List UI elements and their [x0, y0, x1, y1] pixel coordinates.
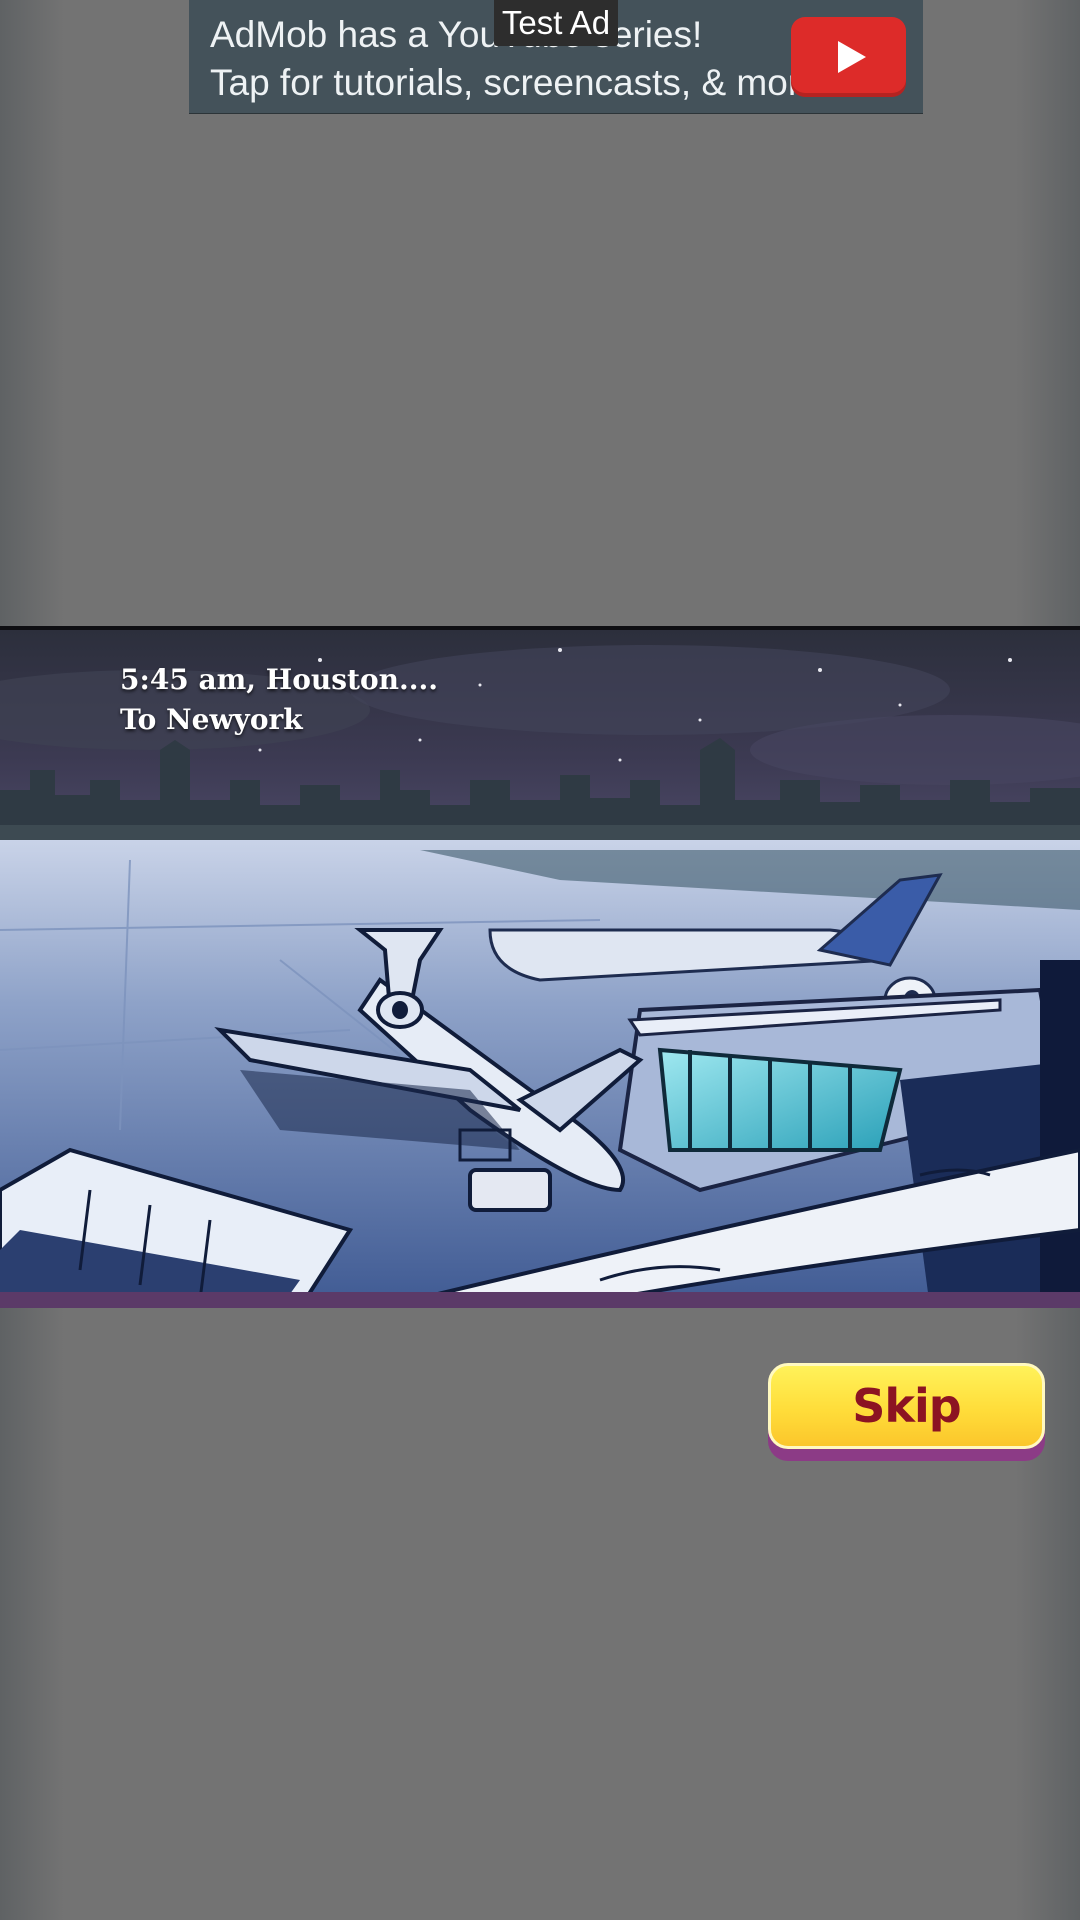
- ad-subline: Tap for tutorials, screencasts, & more.: [210, 62, 832, 103]
- caption-destination: To Newyork: [120, 703, 303, 736]
- cutscene-frame-border: [0, 1292, 1080, 1308]
- play-icon: [838, 41, 866, 73]
- test-ad-label: Test Ad: [494, 0, 618, 46]
- youtube-play-button[interactable]: [791, 17, 906, 97]
- ad-headline: AdMob has a YouTube series!: [210, 14, 703, 55]
- cutscene-caption: 5:45 am, Houston.... To Newyork: [120, 660, 438, 740]
- skip-button[interactable]: Skip: [768, 1363, 1045, 1461]
- caption-time-location: 5:45 am, Houston....: [120, 663, 439, 696]
- skip-button-label: Skip: [852, 1379, 961, 1433]
